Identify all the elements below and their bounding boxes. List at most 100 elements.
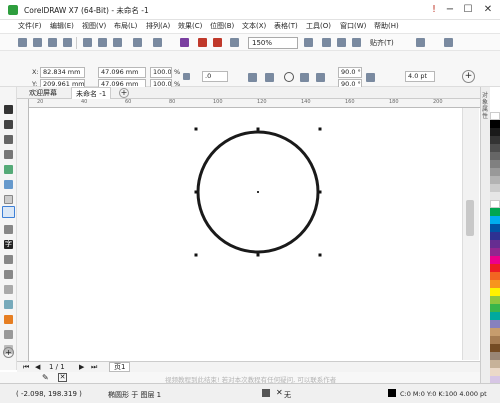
palette-swatch[interactable]	[490, 320, 500, 328]
menu-edit[interactable]: 编辑(E)	[50, 21, 74, 31]
rectangle-tool-icon[interactable]	[4, 195, 13, 204]
zoom-level-select[interactable]: 150%	[248, 37, 298, 49]
mirror-vertical-icon[interactable]	[265, 73, 274, 82]
artistic-media-icon[interactable]	[4, 180, 13, 189]
palette-swatch[interactable]	[490, 264, 500, 272]
publish-pdf-icon[interactable]	[230, 38, 239, 47]
ellipse-mode-icon[interactable]	[284, 72, 294, 82]
palette-swatch[interactable]	[490, 128, 500, 136]
start-angle-field[interactable]: 90.0 °	[338, 67, 362, 78]
handle-bottom-right[interactable]	[318, 253, 322, 257]
shape-tool-icon[interactable]	[4, 120, 13, 129]
palette-swatch[interactable]	[490, 368, 500, 376]
palette-swatch[interactable]	[490, 280, 500, 288]
transparency-icon[interactable]	[4, 300, 13, 309]
parallel-dimension-icon[interactable]	[4, 255, 13, 264]
palette-swatch[interactable]	[490, 216, 500, 224]
docker-tab-label[interactable]: 对象属性	[482, 92, 489, 120]
next-page-icon[interactable]: ▶	[79, 363, 84, 371]
palette-swatch[interactable]	[490, 160, 500, 168]
palette-swatch[interactable]	[490, 200, 500, 208]
palette-swatch[interactable]	[490, 232, 500, 240]
palette-swatch[interactable]	[490, 152, 500, 160]
pick-tool-icon[interactable]	[4, 105, 13, 114]
palette-swatch[interactable]	[490, 328, 500, 336]
menu-arrange[interactable]: 排列(A)	[146, 21, 170, 31]
palette-swatch[interactable]	[490, 352, 500, 360]
palette-swatch[interactable]	[490, 288, 500, 296]
copy-icon[interactable]	[98, 38, 107, 47]
outline-width-field[interactable]: 4.0 pt	[405, 71, 435, 82]
palette-swatch[interactable]	[490, 312, 500, 320]
palette-swatch[interactable]	[490, 240, 500, 248]
add-button[interactable]: +	[462, 70, 475, 83]
arc-mode-icon[interactable]	[316, 73, 325, 82]
menu-effects[interactable]: 效果(C)	[178, 21, 202, 31]
palette-swatch[interactable]	[490, 144, 500, 152]
redo-icon[interactable]	[153, 38, 162, 47]
palette-swatch[interactable]	[490, 136, 500, 144]
help-alert-icon[interactable]: !	[426, 3, 442, 17]
eyedropper-icon[interactable]	[4, 315, 13, 324]
menu-layout[interactable]: 布局(L)	[114, 21, 137, 31]
palette-swatch[interactable]	[490, 304, 500, 312]
scrollbar-thumb[interactable]	[466, 200, 474, 236]
maximize-button[interactable]: ☐	[460, 3, 476, 17]
minimize-button[interactable]: −	[442, 3, 458, 17]
new-tab-button[interactable]: +	[119, 88, 129, 98]
page-tab[interactable]: 页1	[109, 362, 131, 372]
zoom-tool-icon[interactable]	[4, 150, 13, 159]
handle-bottom[interactable]	[256, 253, 260, 257]
menu-view[interactable]: 视图(V)	[82, 21, 106, 31]
snap-to-dropdown[interactable]: 贴齐(T)	[370, 38, 394, 48]
last-page-icon[interactable]: ⏭	[91, 363, 97, 372]
no-color-swatch[interactable]: ✕	[58, 373, 67, 382]
handle-top[interactable]	[256, 127, 260, 131]
palette-swatch[interactable]	[490, 224, 500, 232]
handle-left[interactable]	[194, 190, 198, 194]
change-direction-icon[interactable]	[366, 73, 375, 82]
interactive-fill-icon[interactable]	[4, 330, 13, 339]
palette-swatch[interactable]	[490, 296, 500, 304]
rotation-angle-field[interactable]: .0	[202, 71, 228, 82]
ellipse-tool-selected[interactable]	[2, 206, 15, 218]
menu-tools[interactable]: 工具(O)	[306, 21, 331, 31]
lock-ratio-icon[interactable]	[183, 73, 190, 80]
drawing-canvas[interactable]	[30, 108, 480, 360]
dropper-icon[interactable]: ✎	[42, 373, 49, 382]
paste-icon[interactable]	[113, 38, 122, 47]
palette-swatch[interactable]	[490, 112, 500, 120]
palette-swatch[interactable]	[490, 344, 500, 352]
polygon-tool-icon[interactable]	[4, 225, 13, 234]
width-field[interactable]: 47.096 mm	[98, 67, 146, 78]
drop-shadow-icon[interactable]	[4, 285, 13, 294]
prev-page-icon[interactable]: ◀	[35, 363, 40, 371]
open-icon[interactable]	[33, 38, 42, 47]
palette-swatch[interactable]	[490, 272, 500, 280]
tab-untitled-1[interactable]: 未命名 -1	[71, 87, 112, 99]
pie-mode-icon[interactable]	[300, 73, 309, 82]
mirror-horizontal-icon[interactable]	[248, 73, 257, 82]
options-icon[interactable]	[416, 38, 425, 47]
print-icon[interactable]	[63, 38, 72, 47]
menu-bitmaps[interactable]: 位图(B)	[210, 21, 234, 31]
handle-bottom-left[interactable]	[194, 253, 198, 257]
handle-top-right[interactable]	[318, 127, 322, 131]
close-button[interactable]: ✕	[480, 3, 496, 17]
menu-table[interactable]: 表格(T)	[274, 21, 298, 31]
menu-file[interactable]: 文件(F)	[18, 21, 42, 31]
undo-icon[interactable]	[133, 38, 142, 47]
palette-swatch[interactable]	[490, 192, 500, 200]
handle-right[interactable]	[318, 190, 322, 194]
palette-swatch[interactable]	[490, 168, 500, 176]
palette-swatch[interactable]	[490, 336, 500, 344]
handle-top-left[interactable]	[194, 127, 198, 131]
menu-text[interactable]: 文本(X)	[242, 21, 266, 31]
application-launcher-icon[interactable]	[444, 38, 453, 47]
search-content-icon[interactable]	[180, 38, 189, 47]
text-tool-icon[interactable]: 字	[4, 240, 13, 249]
menu-help[interactable]: 帮助(H)	[374, 21, 399, 31]
import-icon[interactable]	[198, 38, 207, 47]
palette-swatch[interactable]	[490, 208, 500, 216]
new-document-icon[interactable]	[18, 38, 27, 47]
